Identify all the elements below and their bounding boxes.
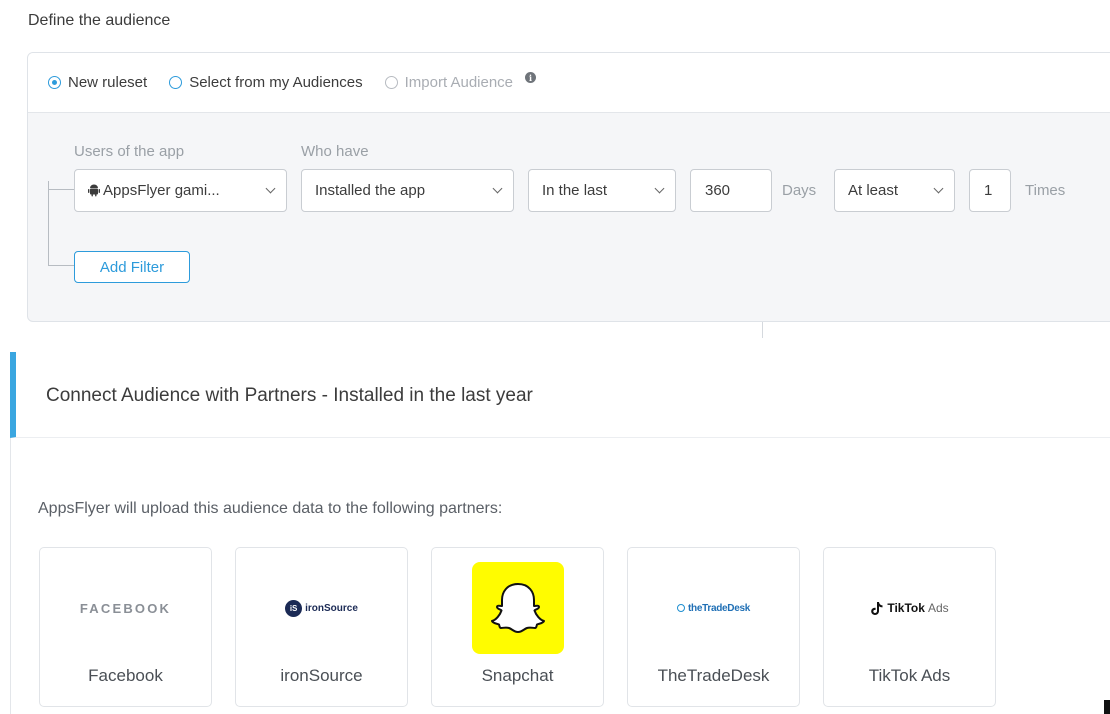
period-select-value: In the last	[542, 182, 608, 199]
scrollbar-fragment	[1104, 700, 1110, 714]
radio-selected-icon	[48, 76, 61, 89]
thetradedesk-logo: theTradeDesk	[628, 560, 799, 656]
app-select[interactable]: AppsFlyer gami...	[74, 169, 287, 212]
snapchat-logo	[432, 560, 603, 656]
radio-import-audience: Import Audience	[384, 74, 514, 91]
partner-name: Facebook	[88, 666, 163, 685]
condition-field-label: Who have	[301, 143, 369, 160]
chevron-down-icon	[933, 183, 944, 194]
tree-connector	[48, 265, 74, 266]
event-select-value: Installed the app	[315, 182, 426, 199]
partner-tile-facebook[interactable]: FACEBOOK Facebook	[39, 547, 212, 707]
partner-tile-ironsource[interactable]: iS ironSource ironSource	[235, 547, 408, 707]
event-select[interactable]: Installed the app	[301, 169, 514, 212]
tree-connector	[48, 189, 74, 190]
frequency-select[interactable]: At least	[834, 169, 955, 212]
days-unit-label: Days	[782, 182, 817, 199]
radio-disabled-icon	[384, 76, 398, 89]
radio-select-from-audiences[interactable]: Select from my Audiences	[169, 74, 363, 91]
radio-label: New ruleset	[68, 74, 148, 91]
add-filter-button[interactable]: Add Filter	[74, 251, 190, 283]
radio-label: Import Audience	[404, 74, 514, 91]
days-input[interactable]: 360	[690, 169, 772, 212]
ironsource-badge-icon: iS	[285, 599, 303, 617]
tiktok-note-icon	[871, 601, 883, 615]
partners-card: Connect Audience with Partners - Install…	[10, 352, 1110, 714]
radio-unselected-icon	[169, 76, 183, 89]
period-select[interactable]: In the last	[528, 169, 676, 212]
tiktok-logo-text: TikTok	[887, 601, 925, 615]
radio-new-ruleset[interactable]: New ruleset	[48, 74, 147, 91]
partners-header-title: Connect Audience with Partners - Install…	[46, 385, 533, 406]
partners-description: AppsFlyer will upload this audience data…	[38, 500, 503, 517]
partner-name: TheTradeDesk	[657, 666, 770, 685]
partner-tile-tiktok-ads[interactable]: TikTok Ads TikTok Ads	[823, 547, 996, 707]
frequency-select-value: At least	[848, 182, 899, 199]
info-icon[interactable]: i	[525, 72, 537, 83]
chevron-down-icon	[654, 183, 665, 194]
ruleset-card: New ruleset Select from my Audiences Imp…	[27, 52, 1110, 322]
tiktok-logo-suffix: Ads	[927, 601, 949, 615]
thetradedesk-logo-text: theTradeDesk	[688, 602, 750, 614]
partner-tile-snapchat[interactable]: Snapchat	[431, 547, 604, 707]
chevron-down-icon	[265, 183, 276, 194]
chevron-down-icon	[492, 183, 503, 194]
partner-name: TikTok Ads	[868, 666, 951, 685]
app-select-value: AppsFlyer gami...	[103, 182, 220, 199]
thetradedesk-circle-icon	[677, 604, 685, 612]
ironsource-logo-text: ironSource	[305, 602, 358, 614]
facebook-logo-text: FACEBOOK	[79, 600, 172, 616]
times-unit-label: Times	[1025, 182, 1066, 199]
app-field-label: Users of the app	[74, 143, 185, 160]
partner-name: ironSource	[280, 666, 363, 685]
audience-source-radio-group: New ruleset Select from my Audiences Imp…	[28, 53, 1110, 113]
times-input[interactable]: 1	[969, 169, 1011, 212]
partners-header: Connect Audience with Partners - Install…	[10, 352, 1110, 438]
ironsource-logo: iS ironSource	[236, 560, 407, 656]
partner-name: Snapchat	[481, 666, 554, 685]
partner-tile-thetradedesk[interactable]: theTradeDesk TheTradeDesk	[627, 547, 800, 707]
facebook-logo: FACEBOOK	[40, 560, 211, 656]
radio-label: Select from my Audiences	[189, 74, 363, 91]
tiktok-logo: TikTok Ads	[824, 560, 995, 656]
android-icon	[88, 184, 100, 197]
tree-connector	[48, 181, 49, 265]
snapchat-ghost-icon	[471, 562, 564, 654]
divider	[762, 322, 763, 338]
page-title: Define the audience	[28, 12, 171, 29]
